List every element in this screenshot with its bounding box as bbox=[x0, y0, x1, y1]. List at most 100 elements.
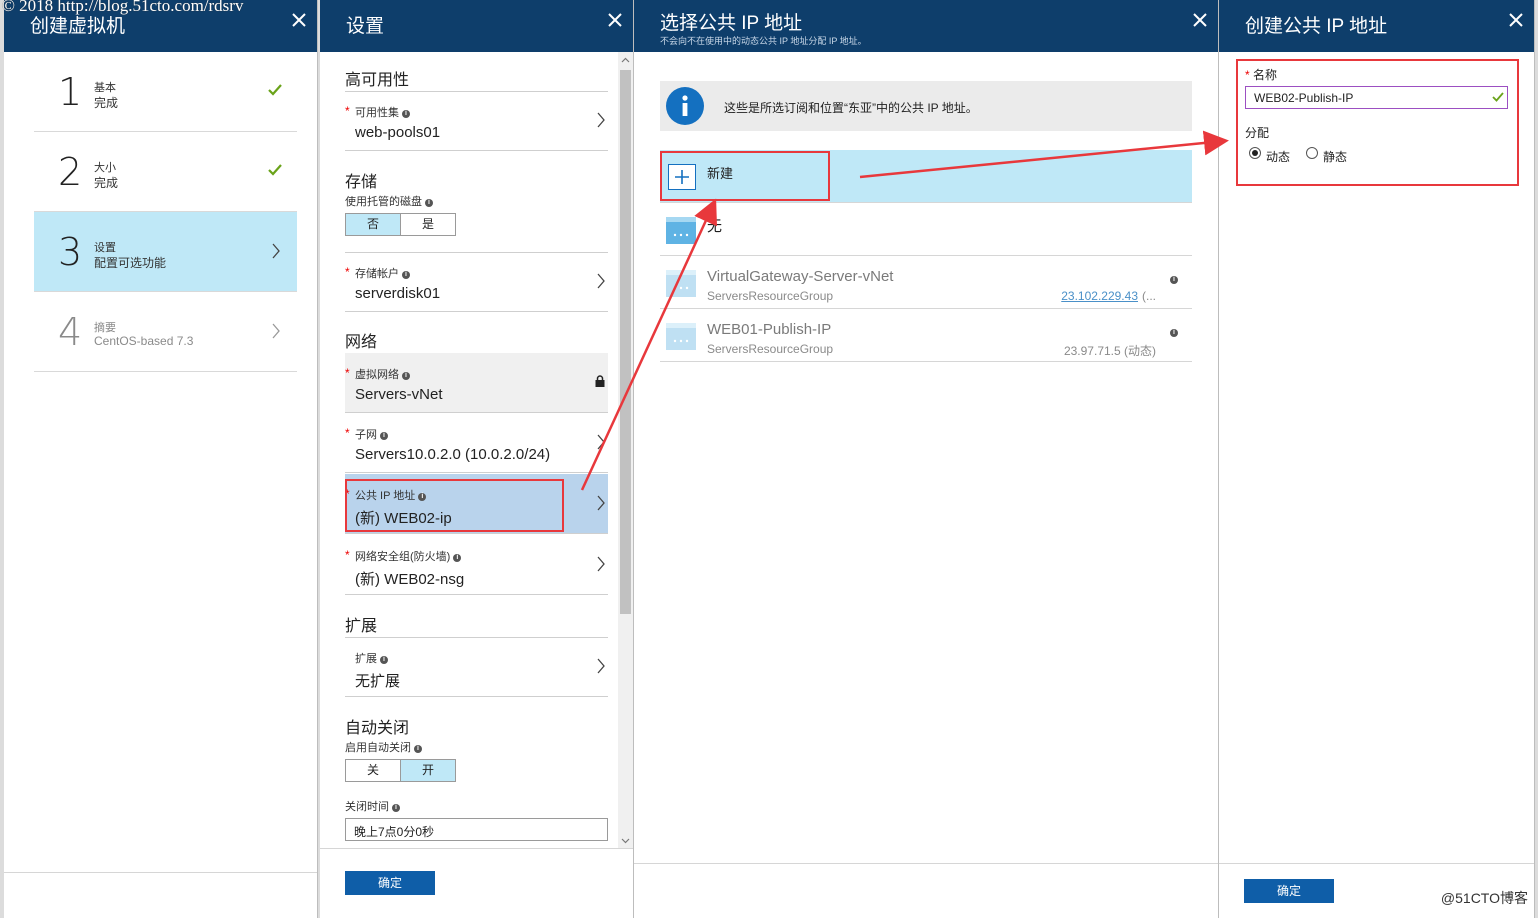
shutdown-time-input[interactable]: 晚上7点0分0秒 bbox=[345, 818, 608, 841]
step-title: 摘要 bbox=[94, 322, 116, 334]
annotation-box-create-new bbox=[660, 151, 830, 201]
step-number: 2 bbox=[58, 150, 83, 194]
scroll-down-icon[interactable] bbox=[621, 836, 630, 845]
row-ip-address: 23.97.71.5 (动态) bbox=[1063, 344, 1156, 358]
list-item-public-ip[interactable]: VirtualGateway-Server-vNet ServersResour… bbox=[660, 256, 1192, 309]
checkmark-icon bbox=[268, 164, 282, 176]
toggle-option-on[interactable]: 开 bbox=[400, 760, 455, 781]
chevron-right-icon bbox=[597, 434, 605, 450]
step-status: 完成 bbox=[94, 96, 119, 110]
field-nsg[interactable]: * 网络安全组(防火墙) i (新) WEB02-nsg bbox=[345, 535, 608, 595]
blade-header: 选择公共 IP 地址 不会向不在使用中的动态公共 IP 地址分配 IP 地址。 bbox=[634, 0, 1218, 52]
row-ip-address[interactable]: 23.102.229.43 bbox=[1061, 289, 1138, 303]
scrollbar-thumb[interactable] bbox=[620, 70, 631, 614]
chevron-right-icon bbox=[597, 658, 605, 674]
wizard-step-summary[interactable]: 4 摘要 CentOS-based 7.3 bbox=[34, 292, 297, 372]
watermark: © 2018 http://blog.51cto.com/rdsrv bbox=[2, 0, 244, 15]
step-status: CentOS-based 7.3 bbox=[94, 334, 194, 348]
field-storage-account[interactable]: * 存储帐户 i serverdisk01 bbox=[345, 252, 608, 312]
section-title-storage: 存储 bbox=[345, 174, 378, 191]
chevron-right-icon bbox=[597, 556, 605, 572]
ok-button[interactable]: 确定 bbox=[345, 871, 435, 895]
managed-disk-toggle[interactable]: 否 是 bbox=[345, 213, 456, 236]
info-icon: i bbox=[1170, 276, 1178, 284]
public-ip-icon bbox=[666, 323, 696, 350]
info-icon: i bbox=[1170, 329, 1178, 337]
wizard-step-settings[interactable]: 3 设置 配置可选功能 bbox=[34, 212, 297, 292]
scroll-up-icon[interactable] bbox=[621, 56, 630, 65]
chevron-right-icon bbox=[272, 243, 280, 259]
blade-create-vm: 创建虚拟机 1 基本 完成 2 大小 完成 3 设置 配置可选功能 4 摘要 C… bbox=[4, 0, 318, 918]
list-item-none[interactable]: 无 bbox=[660, 203, 1192, 256]
blade-footer: 确定 bbox=[320, 848, 633, 918]
field-extensions[interactable]: 扩展 i 无扩展 bbox=[345, 637, 608, 697]
required-marker: * bbox=[345, 366, 350, 380]
close-icon[interactable] bbox=[1190, 10, 1210, 30]
row-title: WEB01-Publish-IP bbox=[707, 321, 832, 338]
field-value: Servers10.0.2.0 (10.0.2.0/24) bbox=[355, 446, 551, 463]
field-label: 网络安全组(防火墙) i bbox=[355, 548, 462, 564]
auto-shutdown-toggle[interactable]: 关 开 bbox=[345, 759, 456, 782]
row-title: VirtualGateway-Server-vNet bbox=[707, 268, 894, 285]
public-ip-icon bbox=[666, 217, 696, 244]
info-icon: i bbox=[380, 656, 388, 664]
required-marker: * bbox=[345, 548, 350, 562]
wizard-step-size[interactable]: 2 大小 完成 bbox=[34, 132, 297, 212]
toggle-option-no[interactable]: 否 bbox=[346, 214, 400, 235]
info-icon: i bbox=[392, 804, 400, 812]
blade-title: 选择公共 IP 地址 bbox=[660, 13, 803, 34]
toggle-option-off[interactable]: 关 bbox=[346, 760, 400, 781]
row-title: 无 bbox=[707, 218, 723, 235]
field-label: 扩展 i bbox=[355, 650, 388, 666]
info-text: 这些是所选订阅和位置“东亚”中的公共 IP 地址。 bbox=[724, 101, 978, 115]
wizard-step-basic[interactable]: 1 基本 完成 bbox=[34, 52, 297, 132]
info-icon: i bbox=[414, 745, 422, 753]
blade-footer bbox=[634, 863, 1218, 918]
required-marker: * bbox=[345, 265, 350, 279]
row-ip-suffix: (... bbox=[1142, 289, 1156, 303]
shutdown-time-label: 关闭时间 i bbox=[345, 798, 400, 814]
field-availability-set[interactable]: * 可用性集 i web-pools01 bbox=[345, 91, 608, 151]
scrollbar[interactable] bbox=[618, 52, 633, 848]
row-resource-group: ServersResourceGroup bbox=[707, 342, 834, 356]
blade-title: 设置 bbox=[346, 16, 385, 37]
step-number: 3 bbox=[58, 230, 83, 274]
corner-watermark: @51CTO博客 bbox=[1440, 890, 1528, 906]
blade-header: 创建公共 IP 地址 bbox=[1219, 0, 1534, 52]
close-icon[interactable] bbox=[289, 10, 309, 30]
list-item-public-ip[interactable]: WEB01-Publish-IP ServersResourceGroup 23… bbox=[660, 309, 1192, 362]
field-label: 可用性集 i bbox=[355, 104, 410, 120]
blade-select-public-ip: 选择公共 IP 地址 不会向不在使用中的动态公共 IP 地址分配 IP 地址。 … bbox=[634, 0, 1219, 918]
info-icon: i bbox=[402, 372, 410, 380]
info-icon: i bbox=[380, 432, 388, 440]
blade-header: 设置 bbox=[320, 0, 633, 52]
chevron-right-icon bbox=[272, 323, 280, 339]
close-icon[interactable] bbox=[1506, 10, 1526, 30]
field-label: 子网 i bbox=[355, 426, 388, 442]
field-value: web-pools01 bbox=[355, 124, 441, 141]
toggle-option-yes[interactable]: 是 bbox=[400, 214, 455, 235]
chevron-right-icon bbox=[597, 495, 605, 511]
info-icon: i bbox=[402, 110, 410, 118]
public-ip-icon bbox=[666, 270, 696, 297]
annotation-box-public-ip bbox=[345, 479, 564, 532]
field-virtual-network: * 虚拟网络 i Servers-vNet bbox=[345, 353, 608, 413]
ok-button[interactable]: 确定 bbox=[1244, 879, 1334, 903]
close-icon[interactable] bbox=[605, 10, 625, 30]
info-icon: i bbox=[453, 554, 462, 562]
field-value: (新) WEB02-nsg bbox=[355, 571, 465, 588]
chevron-right-icon bbox=[597, 273, 605, 289]
blade-footer bbox=[4, 872, 317, 918]
field-label: 存储帐户 i bbox=[355, 265, 410, 281]
required-marker: * bbox=[345, 426, 350, 440]
section-title-autoshutdown: 自动关闭 bbox=[345, 720, 410, 737]
field-label: 虚拟网络 i bbox=[355, 366, 410, 382]
auto-shutdown-label: 启用自动关闭 i bbox=[345, 739, 422, 755]
chevron-right-icon bbox=[597, 112, 605, 128]
blade-settings: 设置 高可用性 * 可用性集 i web-pools01 存储 使用托管的磁盘 i … bbox=[320, 0, 634, 918]
step-title: 大小 bbox=[94, 162, 116, 174]
step-number: 1 bbox=[58, 70, 83, 114]
blade-subtitle: 不会向不在使用中的动态公共 IP 地址分配 IP 地址。 bbox=[660, 36, 867, 46]
field-subnet[interactable]: * 子网 i Servers10.0.2.0 (10.0.2.0/24) bbox=[345, 413, 608, 473]
info-icon bbox=[666, 87, 704, 125]
